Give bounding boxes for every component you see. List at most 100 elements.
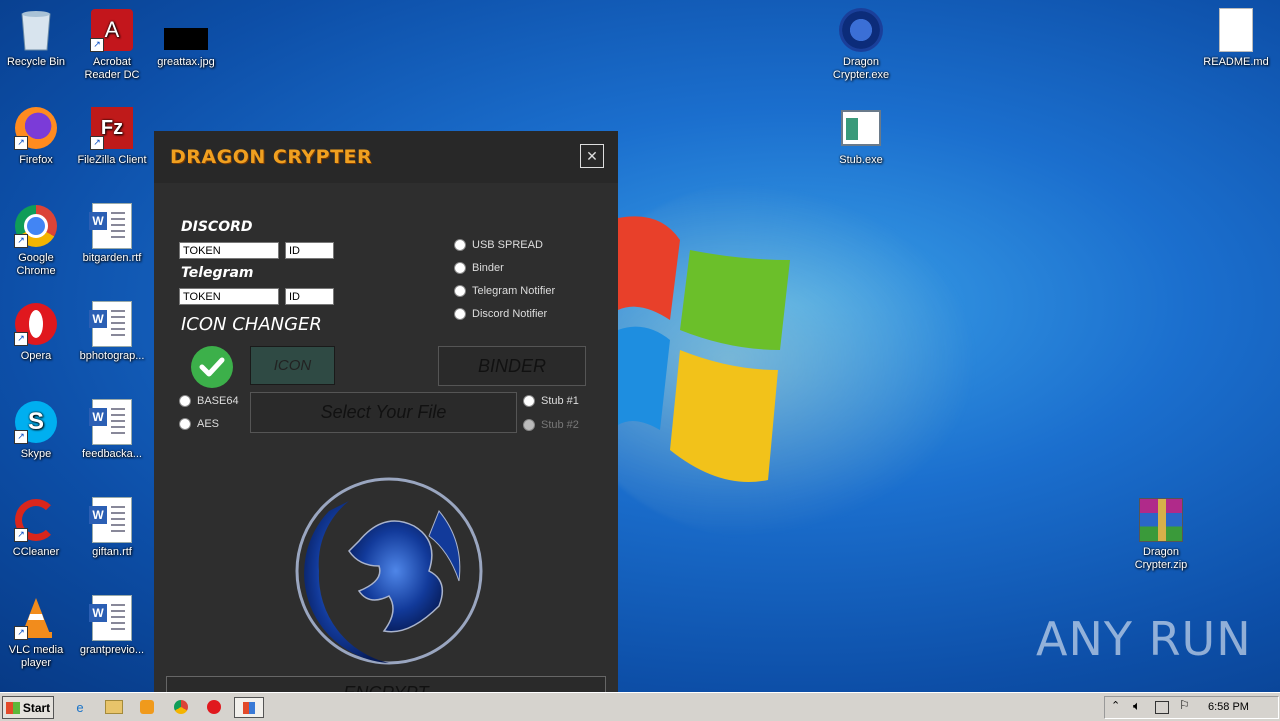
- radio-dot[interactable]: [454, 285, 466, 297]
- telegram-notifier-option[interactable]: Telegram Notifier: [454, 285, 555, 297]
- radio-dot[interactable]: [179, 418, 191, 430]
- discord-id-field[interactable]: ID: [285, 242, 334, 259]
- icon-label: grantprevio...: [79, 644, 145, 656]
- icon-label: Stub.exe: [839, 154, 883, 166]
- dragon-exe-icon: [839, 8, 883, 52]
- desktop-icon-stub-exe[interactable]: Stub.exe: [823, 106, 899, 167]
- icon-label: Acrobat Reader DC: [84, 56, 140, 81]
- stub1-option[interactable]: Stub #1: [523, 395, 579, 407]
- icon-label: bphotograp...: [79, 350, 145, 362]
- desktop-icon-bitgarden[interactable]: W bitgarden.rtf: [74, 203, 150, 265]
- text-file-icon: [1219, 8, 1253, 52]
- encrypt-button[interactable]: ENCRYPT: [166, 676, 606, 692]
- shortcut-arrow-icon: ↗: [14, 626, 28, 640]
- desktop-icon-bphotograp[interactable]: W bphotograp...: [74, 301, 150, 363]
- telegram-token-field[interactable]: TOKEN: [179, 288, 279, 305]
- anyrun-watermark: ANY RUN: [1036, 612, 1252, 666]
- option-label: Stub #2: [541, 419, 579, 431]
- desktop-icon-acrobat[interactable]: A ↗ Acrobat Reader DC: [74, 8, 150, 82]
- discord-notifier-option[interactable]: Discord Notifier: [454, 308, 547, 320]
- shortcut-arrow-icon: ↗: [14, 234, 28, 248]
- volume-icon[interactable]: 🔈︎: [1133, 698, 1141, 714]
- recycle-bin-icon: [21, 11, 51, 51]
- icon-label: CCleaner: [12, 546, 60, 558]
- icon-changer-label: ICON CHANGER: [181, 314, 322, 335]
- radio-dot[interactable]: [454, 239, 466, 251]
- taskbar: Start e ⌃ 🔈︎ ⚐ 6:58 PM: [0, 692, 1280, 721]
- desktop-icon-opera[interactable]: ↗ Opera: [0, 302, 74, 363]
- binder-option[interactable]: Binder: [454, 262, 504, 274]
- desktop-icon-readme[interactable]: README.md: [1198, 8, 1274, 69]
- icon-label: VLC media player: [8, 644, 64, 669]
- desktop-icon-feedbacka[interactable]: W feedbacka...: [74, 399, 150, 461]
- file-explorer-icon[interactable]: [104, 697, 124, 717]
- chrome-taskbar-icon[interactable]: [171, 697, 191, 717]
- image-file-icon: [164, 28, 208, 50]
- desktop-icon-giftan[interactable]: W giftan.rtf: [74, 497, 150, 559]
- icon-label: Dragon Crypter.exe: [832, 56, 890, 81]
- option-label: Discord Notifier: [472, 308, 548, 320]
- icon-label: Google Chrome: [16, 252, 56, 277]
- stub2-option[interactable]: Stub #2: [523, 419, 579, 431]
- winrar-archive-icon: [1139, 498, 1183, 542]
- desktop-icon-skype[interactable]: S ↗ Skype: [0, 400, 74, 461]
- option-label: USB SPREAD: [472, 239, 543, 251]
- desktop-icon-dragon-crypter-exe[interactable]: Dragon Crypter.exe: [823, 8, 899, 82]
- option-label: AES: [197, 418, 220, 430]
- window-titlebar[interactable]: DRAGON CRYPTER ✕: [154, 131, 618, 183]
- desktop-icon-ccleaner[interactable]: ↗ CCleaner: [0, 498, 74, 559]
- media-player-icon[interactable]: [137, 697, 157, 717]
- desktop-icon-chrome[interactable]: ↗ Google Chrome: [0, 204, 74, 278]
- radio-dot[interactable]: [523, 395, 535, 407]
- usb-spread-option[interactable]: USB SPREAD: [454, 239, 543, 251]
- desktop-icon-firefox[interactable]: ↗ Firefox: [0, 106, 74, 167]
- dragon-logo: [295, 477, 483, 665]
- shortcut-arrow-icon: ↗: [90, 38, 104, 52]
- desktop-icon-filezilla[interactable]: Fz ↗ FileZilla Client: [74, 106, 150, 167]
- opera-taskbar-icon[interactable]: [204, 697, 224, 717]
- shortcut-arrow-icon: ↗: [14, 528, 28, 542]
- select-file-button[interactable]: Select Your File: [250, 392, 517, 433]
- binder-button[interactable]: BINDER: [438, 346, 586, 386]
- desktop-icon-recycle-bin[interactable]: Recycle Bin: [0, 8, 74, 69]
- icon-label: FileZilla Client: [77, 154, 147, 166]
- icon-label: bitgarden.rtf: [82, 252, 142, 264]
- discord-token-field[interactable]: TOKEN: [179, 242, 279, 259]
- shortcut-arrow-icon: ↗: [14, 332, 28, 346]
- icon-label: Recycle Bin: [6, 56, 66, 68]
- option-label: Stub #1: [541, 395, 579, 407]
- telegram-id-field[interactable]: ID: [285, 288, 334, 305]
- action-center-flag-icon[interactable]: ⚐: [1179, 698, 1190, 712]
- radio-dot[interactable]: [523, 419, 535, 431]
- discord-label: DISCORD: [181, 219, 253, 235]
- telegram-label: Telegram: [181, 265, 254, 281]
- icon-label: README.md: [1203, 56, 1269, 68]
- desktop-icon-vlc[interactable]: ↗ VLC media player: [0, 596, 74, 670]
- icon-label: greattax.jpg: [157, 56, 215, 68]
- aes-option[interactable]: AES: [179, 418, 219, 430]
- exe-window-icon: [841, 110, 881, 146]
- desktop-icon-grantprevio[interactable]: W grantprevio...: [74, 595, 150, 657]
- shortcut-arrow-icon: ↗: [90, 136, 104, 150]
- icon-label: Dragon Crypter.zip: [1134, 546, 1188, 571]
- option-label: BASE64: [197, 395, 239, 407]
- dragon-crypter-taskbar-button[interactable]: [234, 697, 264, 718]
- internet-explorer-icon[interactable]: e: [70, 697, 90, 717]
- icon-button[interactable]: ICON: [250, 346, 335, 385]
- start-button[interactable]: Start: [2, 696, 54, 719]
- network-icon[interactable]: [1155, 701, 1169, 714]
- show-hidden-icons-icon[interactable]: ⌃: [1111, 699, 1120, 712]
- radio-dot[interactable]: [454, 262, 466, 274]
- desktop-icon-dragon-crypter-zip[interactable]: Dragon Crypter.zip: [1123, 498, 1199, 572]
- radio-dot[interactable]: [454, 308, 466, 320]
- desktop-icon-greattax[interactable]: greattax.jpg: [148, 8, 224, 69]
- icon-label: Opera: [20, 350, 52, 362]
- base64-option[interactable]: BASE64: [179, 395, 239, 407]
- close-button[interactable]: ✕: [580, 144, 604, 168]
- windows-flag-icon: [5, 701, 20, 714]
- radio-dot[interactable]: [179, 395, 191, 407]
- icon-label: Firefox: [19, 154, 53, 166]
- icon-label: feedbacka...: [82, 448, 142, 460]
- clock[interactable]: 6:58 PM: [1208, 701, 1249, 713]
- word-document-icon: W: [89, 399, 132, 445]
